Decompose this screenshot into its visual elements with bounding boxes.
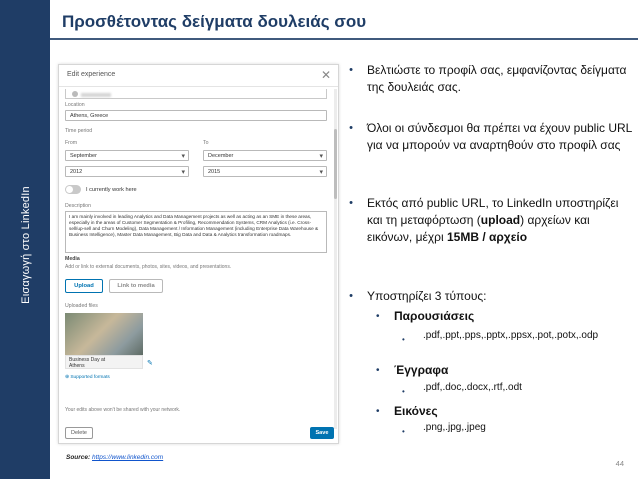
bullet-4: Υποστηρίζει 3 τύπους: — [367, 289, 487, 303]
delete-button[interactable]: Delete — [65, 427, 93, 439]
currently-work-toggle[interactable] — [65, 185, 81, 194]
uploaded-image-caption: Business Day at Athens — [65, 355, 143, 369]
scroll-thumb[interactable] — [334, 129, 337, 199]
uploaded-files-label: Uploaded files — [65, 303, 98, 309]
dialog-header: Edit experience ✕ — [59, 65, 338, 87]
from-label: From — [65, 140, 78, 146]
sub-bullet-icon: • — [376, 365, 380, 376]
format-list-images: .png,.jpg,.jpeg — [423, 422, 486, 433]
format-type-documents: Έγγραφα — [394, 363, 449, 377]
dialog-title: Edit experience — [67, 71, 116, 78]
close-icon[interactable]: ✕ — [321, 68, 331, 82]
source-label: Source: — [66, 454, 91, 461]
from-month-select[interactable]: September — [65, 150, 189, 161]
company-logo-icon — [72, 91, 78, 97]
media-hint: Add or link to external documents, photo… — [65, 264, 232, 270]
from-year-value: 2012 — [70, 169, 83, 175]
location-label: Location — [65, 102, 85, 108]
edit-experience-dialog: Edit experience ✕ Location Athens, Greec… — [58, 64, 339, 444]
time-period-label: Time period — [65, 128, 93, 134]
bullet-icon: • — [349, 197, 353, 209]
currently-work-label: I currently work here — [86, 187, 137, 193]
blurred-text — [81, 93, 111, 97]
sub-sub-bullet-icon: • — [402, 335, 405, 344]
bullet-icon: • — [349, 122, 353, 134]
from-year-select[interactable]: 2012 — [65, 166, 189, 177]
edit-pencil-icon[interactable]: ✎ — [147, 359, 153, 367]
sidebar-label: Εισαγωγή στο LinkedIn — [20, 186, 32, 304]
format-list-presentations: .pdf,.ppt,.pps,.pptx,.ppsx,.pot,.potx,.o… — [423, 330, 599, 341]
description-label: Description — [65, 203, 91, 209]
save-button[interactable]: Save — [310, 427, 334, 439]
bullet-2: Όλοι οι σύνδεσμοι θα πρέπει να έχουν pub… — [367, 121, 632, 152]
dialog-footer-note: Your edits above won't be shared with yo… — [65, 407, 181, 413]
page-title: Προσθέτοντας δείγματα δουλειάς σου — [62, 12, 367, 31]
source-link[interactable]: https://www.linkedin.com — [92, 454, 163, 461]
bullet-1: Βελτιώστε το προφίλ σας, εμφανίζοντας δε… — [367, 63, 627, 94]
location-input[interactable]: Athens, Greece — [65, 110, 327, 121]
sub-bullet-icon: • — [376, 311, 380, 322]
supported-formats-text: Supported formats — [70, 375, 110, 380]
sidebar-band: Εισαγωγή στο LinkedIn — [0, 0, 50, 479]
from-month-value: September — [70, 153, 97, 159]
supported-formats-link[interactable]: ⊕ Supported formats — [65, 375, 110, 380]
format-type-presentations: Παρουσιάσεις — [394, 309, 475, 323]
bullet-3: Εκτός από public URL, το LinkedIn υποστη… — [367, 195, 632, 246]
bullet-icon: • — [349, 64, 353, 76]
title-divider — [50, 38, 638, 40]
bullet-3-size: 15MB / αρχείο — [446, 230, 528, 244]
sub-sub-bullet-icon: • — [402, 427, 405, 436]
to-month-select[interactable]: December — [203, 150, 327, 161]
sub-bullet-icon: • — [376, 406, 380, 417]
caption-line-2: Athens — [69, 363, 85, 369]
uploaded-image-thumbnail[interactable] — [65, 313, 143, 355]
upload-button[interactable]: Upload — [65, 279, 103, 293]
to-label: To — [203, 140, 209, 146]
link-to-media-button[interactable]: Link to media — [109, 279, 163, 293]
to-month-value: December — [208, 153, 234, 159]
bullet-3-upload: upload — [480, 213, 521, 227]
to-year-select[interactable]: 2015 — [203, 166, 327, 177]
sub-sub-bullet-icon: • — [402, 387, 405, 396]
blurred-company-field — [65, 89, 327, 99]
description-textarea[interactable]: I am mainly involved in leading Analytic… — [65, 211, 327, 253]
toggle-knob — [66, 186, 73, 193]
media-label: Media — [65, 256, 80, 262]
format-list-documents: .pdf,.doc,.docx,.rtf,.odt — [423, 382, 522, 393]
page-number: 44 — [615, 459, 624, 468]
format-type-images: Εικόνες — [394, 404, 438, 418]
bullet-icon: • — [349, 290, 353, 302]
source-note: Source: https://www.linkedin.com — [66, 454, 163, 461]
to-year-value: 2015 — [208, 169, 221, 175]
